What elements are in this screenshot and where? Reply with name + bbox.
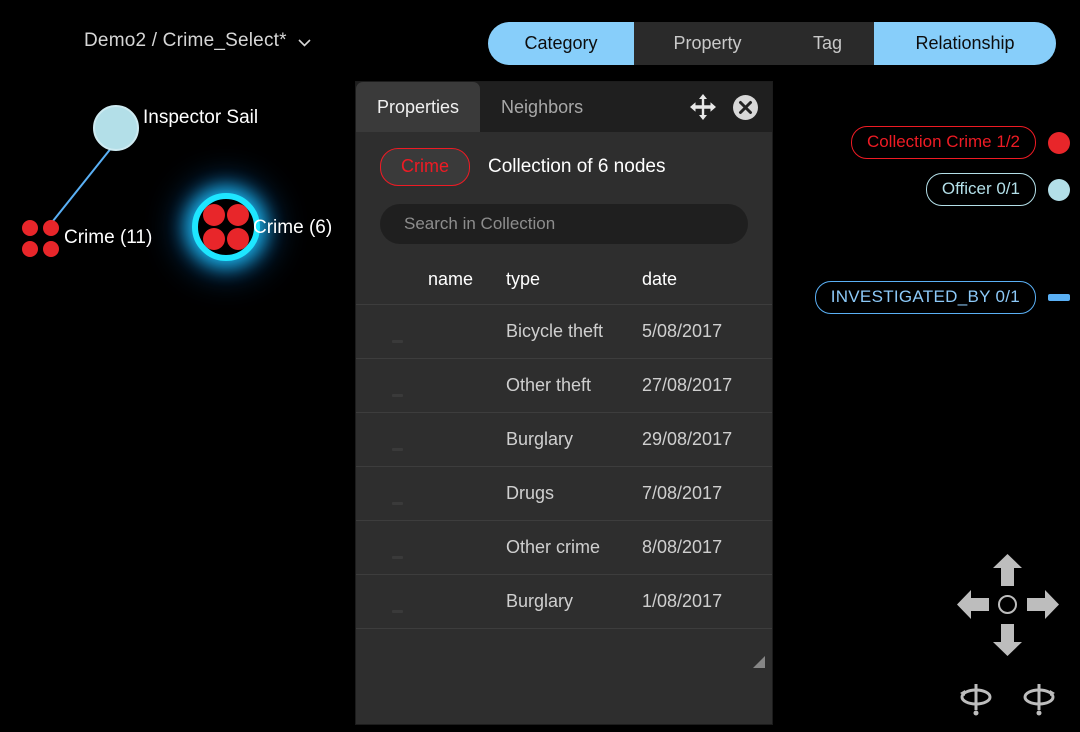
arrow-up-icon[interactable] bbox=[993, 554, 1022, 586]
breadcrumb[interactable]: Demo2 / Crime_Select* bbox=[84, 30, 311, 52]
legend-item-collection-crime[interactable]: Collection Crime 1/2 bbox=[770, 126, 1070, 159]
tab-property[interactable]: Property bbox=[634, 22, 781, 65]
legend-pill-officer[interactable]: Officer 0/1 bbox=[925, 173, 1036, 206]
table-row[interactable]: Other crime 8/08/2017 bbox=[356, 520, 772, 575]
arrow-right-icon[interactable] bbox=[1027, 590, 1059, 619]
cell-type: Burglary bbox=[506, 574, 642, 628]
rotate-left-icon[interactable] bbox=[958, 682, 994, 716]
table-row[interactable]: Bicycle theft 5/08/2017 bbox=[356, 304, 772, 359]
column-header-name[interactable]: name bbox=[428, 263, 506, 305]
relationship-legend: INVESTIGATED_BY 0/1 bbox=[770, 281, 1070, 328]
legend-pill-investigated-by[interactable]: INVESTIGATED_BY 0/1 bbox=[814, 281, 1036, 314]
table-body: Bicycle theft 5/08/2017 Other theft 27/0… bbox=[356, 304, 772, 628]
panel-title: Collection of 6 nodes bbox=[488, 156, 666, 177]
table-head: name type date bbox=[356, 263, 772, 305]
cell-date: 7/08/2017 bbox=[642, 466, 772, 521]
graph-node-crime-11-label: Crime (11) bbox=[64, 227, 153, 248]
legend-swatch-relationship-icon bbox=[1048, 294, 1070, 301]
crime-dot bbox=[22, 220, 38, 236]
legend-pill-collection-crime[interactable]: Collection Crime 1/2 bbox=[850, 126, 1036, 159]
column-header-actions bbox=[356, 263, 428, 305]
panel-tab-properties[interactable]: Properties bbox=[356, 82, 481, 132]
cell-type: Burglary bbox=[506, 412, 642, 467]
resize-grip-icon[interactable] bbox=[751, 654, 766, 669]
cell-date: 5/08/2017 bbox=[642, 304, 772, 359]
panel-footer bbox=[356, 628, 772, 674]
crime-dot bbox=[43, 220, 59, 236]
arrow-down-icon[interactable] bbox=[993, 624, 1022, 656]
legend-item-officer[interactable]: Officer 0/1 bbox=[770, 173, 1070, 206]
close-icon[interactable] bbox=[733, 94, 758, 120]
breadcrumb-label: Demo2 / Crime_Select* bbox=[84, 30, 287, 51]
cell-name bbox=[428, 358, 506, 413]
chevron-down-icon[interactable] bbox=[298, 36, 311, 49]
graph-node-crime-6-selected[interactable] bbox=[192, 193, 260, 261]
cell-date: 8/08/2017 bbox=[642, 520, 772, 575]
tab-category[interactable]: Category bbox=[488, 22, 634, 65]
category-badge-crime[interactable]: Crime bbox=[380, 148, 470, 186]
search-input[interactable] bbox=[380, 204, 748, 244]
tab-relationship[interactable]: Relationship bbox=[874, 22, 1056, 65]
rotate-right-icon[interactable] bbox=[1021, 682, 1057, 716]
crime-dot bbox=[22, 241, 38, 257]
table-header-row: name type date bbox=[356, 263, 772, 305]
table-row[interactable]: Burglary 29/08/2017 bbox=[356, 412, 772, 467]
cell-name bbox=[428, 304, 506, 359]
crime-dot bbox=[227, 204, 249, 226]
panel-tabbar: Properties Neighbors bbox=[356, 82, 772, 132]
cell-type: Other crime bbox=[506, 520, 642, 575]
graph-node-crime-11[interactable] bbox=[22, 220, 60, 258]
panel-header: Crime Collection of 6 nodes bbox=[356, 132, 772, 198]
crime-dot bbox=[227, 228, 249, 250]
view-tabbar[interactable]: Category Property Tag Relationship bbox=[488, 22, 1056, 65]
properties-table: name type date Bicycle theft 5/08/2017 O… bbox=[356, 263, 772, 628]
legend-swatch-crime-icon bbox=[1048, 131, 1070, 154]
cell-type: Other theft bbox=[506, 358, 642, 413]
graph-node-crime-6-label: Crime (6) bbox=[253, 217, 333, 238]
table-row[interactable]: Burglary 1/08/2017 bbox=[356, 574, 772, 628]
legend-item-investigated-by[interactable]: INVESTIGATED_BY 0/1 bbox=[770, 281, 1070, 314]
legend-swatch-officer-icon bbox=[1048, 178, 1070, 201]
table-row[interactable]: Other theft 27/08/2017 bbox=[356, 358, 772, 413]
cell-date: 29/08/2017 bbox=[642, 412, 772, 467]
arrow-left-icon[interactable] bbox=[957, 590, 989, 619]
search-row bbox=[356, 198, 772, 244]
cell-name bbox=[428, 574, 506, 628]
tab-tag[interactable]: Tag bbox=[781, 22, 874, 65]
rotate-controls[interactable] bbox=[955, 682, 1060, 722]
panel-tab-neighbors[interactable]: Neighbors bbox=[480, 82, 604, 132]
cell-date: 1/08/2017 bbox=[642, 574, 772, 628]
column-header-date[interactable]: date bbox=[642, 263, 772, 305]
cell-name bbox=[428, 466, 506, 521]
graph-node-officer-label: Inspector Sail bbox=[143, 107, 259, 128]
cell-date: 27/08/2017 bbox=[642, 358, 772, 413]
column-header-type[interactable]: type bbox=[506, 263, 642, 305]
app-root: Inspector Sail Crime (11) Crime (6) Demo… bbox=[0, 0, 1080, 732]
pan-controls[interactable] bbox=[955, 552, 1060, 660]
panel-tools bbox=[690, 82, 758, 132]
recenter-icon[interactable] bbox=[998, 595, 1017, 614]
crime-dot bbox=[43, 241, 59, 257]
cell-type: Drugs bbox=[506, 466, 642, 521]
crime-dot bbox=[203, 228, 225, 250]
cell-name bbox=[428, 412, 506, 467]
properties-panel: Properties Neighbors Crime Collection of… bbox=[356, 82, 772, 724]
category-legend: Collection Crime 1/2 Officer 0/1 bbox=[770, 126, 1070, 220]
graph-node-officer[interactable] bbox=[93, 105, 139, 151]
cell-type: Bicycle theft bbox=[506, 304, 642, 359]
cell-name bbox=[428, 520, 506, 575]
table-row[interactable]: Drugs 7/08/2017 bbox=[356, 466, 772, 521]
crime-dot bbox=[203, 204, 225, 226]
move-icon[interactable] bbox=[690, 94, 716, 120]
